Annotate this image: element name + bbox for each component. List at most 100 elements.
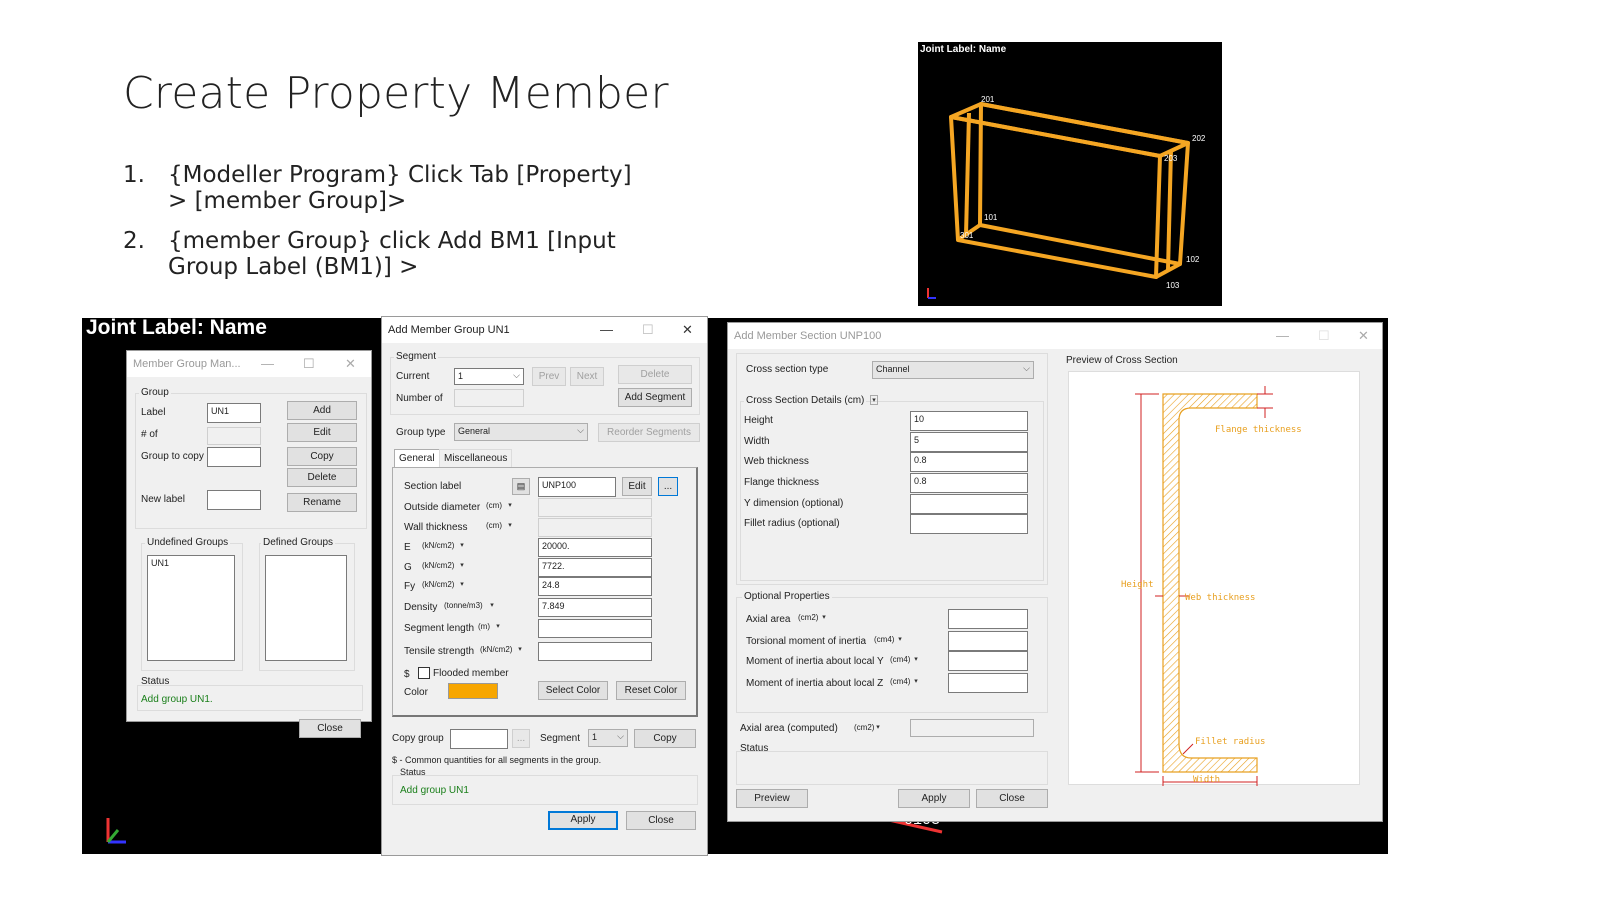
group-to-copy-label: Group to copy bbox=[141, 451, 204, 462]
chevron-down-icon: ⌵ bbox=[1023, 363, 1030, 373]
close-icon[interactable]: ✕ bbox=[345, 356, 356, 372]
tab-general[interactable]: General bbox=[394, 449, 440, 467]
unit-dropdown-icon[interactable]: ▾ bbox=[506, 521, 514, 531]
optional-input[interactable] bbox=[948, 609, 1028, 629]
slide-title: Create Property Member bbox=[123, 68, 669, 119]
copy-group-label: Copy group bbox=[392, 733, 444, 744]
unit-label: (cm4) bbox=[890, 677, 911, 686]
unit-dropdown-icon[interactable]: ▾ bbox=[912, 677, 920, 687]
unit-dropdown-icon[interactable]: ▾ bbox=[488, 601, 496, 611]
copy-button[interactable]: Copy bbox=[287, 447, 357, 466]
list-item[interactable]: UN1 bbox=[151, 558, 231, 568]
property-input[interactable] bbox=[538, 619, 652, 638]
add-segment-button[interactable]: Add Segment bbox=[618, 388, 692, 407]
unit-dropdown-icon[interactable]: ▾ bbox=[506, 501, 514, 511]
property-input[interactable]: 24.8 bbox=[538, 577, 652, 596]
apply-button[interactable]: Apply bbox=[898, 789, 970, 808]
list-icon[interactable]: ▤ bbox=[512, 478, 530, 495]
flange-thickness-label: Flange thickness bbox=[1215, 425, 1302, 435]
copy-button[interactable]: Copy bbox=[634, 729, 696, 748]
cross-section-type-label: Cross section type bbox=[746, 364, 829, 375]
close-button[interactable]: Close bbox=[626, 811, 696, 830]
optional-label: Moment of inertia about local Z bbox=[746, 678, 884, 689]
optional-input[interactable] bbox=[948, 673, 1028, 693]
model-viewport-top[interactable]: Joint Label: Name 201 202 203 101 102 10… bbox=[918, 42, 1222, 306]
joint-label: 202 bbox=[1192, 134, 1206, 143]
titlebar: Add Member Group UN1 — ☐ ✕ bbox=[382, 317, 707, 343]
close-icon[interactable]: ✕ bbox=[1358, 328, 1369, 344]
minimize-icon[interactable]: — bbox=[1276, 328, 1289, 343]
detail-input[interactable]: 5 bbox=[910, 432, 1028, 452]
maximize-icon[interactable]: ☐ bbox=[303, 356, 315, 372]
axial-computed-label: Axial area (computed) bbox=[740, 723, 838, 734]
axis-triad-icon bbox=[927, 288, 936, 299]
copy-group-input[interactable] bbox=[450, 729, 508, 749]
close-icon[interactable]: ✕ bbox=[682, 322, 693, 338]
member-group-manager-window: Member Group Man... — ☐ ✕ Group Label UN… bbox=[126, 350, 372, 738]
optional-label: Moment of inertia about local Y bbox=[746, 656, 884, 667]
optional-input[interactable] bbox=[948, 651, 1028, 671]
number-of-label: Number of bbox=[396, 393, 443, 404]
axial-computed-field bbox=[910, 719, 1034, 737]
property-input[interactable]: 7722. bbox=[538, 558, 652, 577]
unit-dropdown-icon[interactable]: ▾ bbox=[516, 645, 524, 655]
label-input[interactable]: UN1 bbox=[207, 403, 261, 423]
browse-section-button[interactable]: ... bbox=[658, 477, 678, 496]
defined-groups-list[interactable] bbox=[265, 555, 347, 661]
apply-button[interactable]: Apply bbox=[548, 811, 618, 830]
detail-input[interactable]: 0.8 bbox=[910, 473, 1028, 493]
undefined-groups-list[interactable]: UN1 bbox=[147, 555, 235, 661]
joint-label: 103 bbox=[1166, 281, 1180, 290]
select-color-button[interactable]: Select Color bbox=[538, 681, 608, 700]
unit-dropdown-icon[interactable]: ▾ bbox=[820, 613, 828, 623]
group-type-select[interactable]: General ⌵ bbox=[454, 423, 588, 441]
property-input[interactable]: 7.849 bbox=[538, 598, 652, 617]
reset-color-button[interactable]: Reset Color bbox=[616, 681, 686, 700]
section-label-input[interactable]: UNP100 bbox=[538, 477, 616, 497]
segment-select[interactable]: 1 ⌵ bbox=[588, 729, 628, 747]
flooded-member-checkbox[interactable] bbox=[418, 667, 430, 679]
current-select[interactable]: 1 ⌵ bbox=[454, 368, 524, 385]
edit-button[interactable]: Edit bbox=[287, 423, 357, 442]
close-button[interactable]: Close bbox=[976, 789, 1048, 808]
step-line: > [member Group]> bbox=[168, 188, 407, 214]
unit-dropdown-icon[interactable]: ▾ bbox=[896, 635, 904, 645]
new-label-input[interactable] bbox=[207, 490, 261, 510]
detail-input[interactable] bbox=[910, 514, 1028, 534]
unit-dropdown-icon[interactable]: ▾ bbox=[494, 622, 502, 632]
unit-dropdown-icon[interactable]: ▾ bbox=[458, 561, 466, 571]
unit-dropdown-icon[interactable]: ▾ bbox=[874, 723, 882, 733]
dollar-sign: $ bbox=[404, 669, 410, 680]
unit-dropdown-icon[interactable]: ▾ bbox=[870, 395, 878, 405]
detail-input[interactable]: 10 bbox=[910, 411, 1028, 431]
minimize-icon[interactable]: — bbox=[261, 356, 274, 371]
rename-button[interactable]: Rename bbox=[287, 493, 357, 512]
number-of-field bbox=[454, 389, 524, 407]
close-button[interactable]: Close bbox=[299, 719, 361, 738]
group-type-value: General bbox=[458, 426, 491, 436]
detail-input[interactable] bbox=[910, 494, 1028, 514]
property-input[interactable] bbox=[538, 642, 652, 661]
preview-button[interactable]: Preview bbox=[736, 789, 808, 808]
add-button[interactable]: Add bbox=[287, 401, 357, 420]
property-label: E bbox=[404, 542, 411, 553]
web-thickness-label: Web thickness bbox=[1185, 593, 1255, 603]
tab-miscellaneous[interactable]: Miscellaneous bbox=[439, 449, 513, 467]
current-value: 1 bbox=[458, 371, 464, 381]
maximize-icon: ☐ bbox=[642, 322, 654, 337]
delete-button[interactable]: Delete bbox=[287, 468, 357, 487]
color-swatch bbox=[448, 683, 498, 699]
edit-section-button[interactable]: Edit bbox=[622, 477, 652, 496]
cross-section-type-select[interactable]: Channel ⌵ bbox=[872, 361, 1034, 379]
unit-dropdown-icon[interactable]: ▾ bbox=[912, 655, 920, 665]
window-title: Member Group Man... bbox=[133, 358, 241, 370]
model-viewport-bottom[interactable]: Joint Label: Name 0103 Member Group Man.… bbox=[82, 316, 1388, 856]
property-input[interactable]: 20000. bbox=[538, 538, 652, 557]
optional-input[interactable] bbox=[948, 631, 1028, 651]
unit-dropdown-icon[interactable]: ▾ bbox=[458, 541, 466, 551]
group-to-copy-input[interactable] bbox=[207, 447, 261, 467]
detail-input[interactable]: 0.8 bbox=[910, 452, 1028, 472]
property-label: Segment length bbox=[404, 623, 475, 634]
unit-dropdown-icon[interactable]: ▾ bbox=[458, 580, 466, 590]
minimize-icon[interactable]: — bbox=[600, 322, 613, 337]
